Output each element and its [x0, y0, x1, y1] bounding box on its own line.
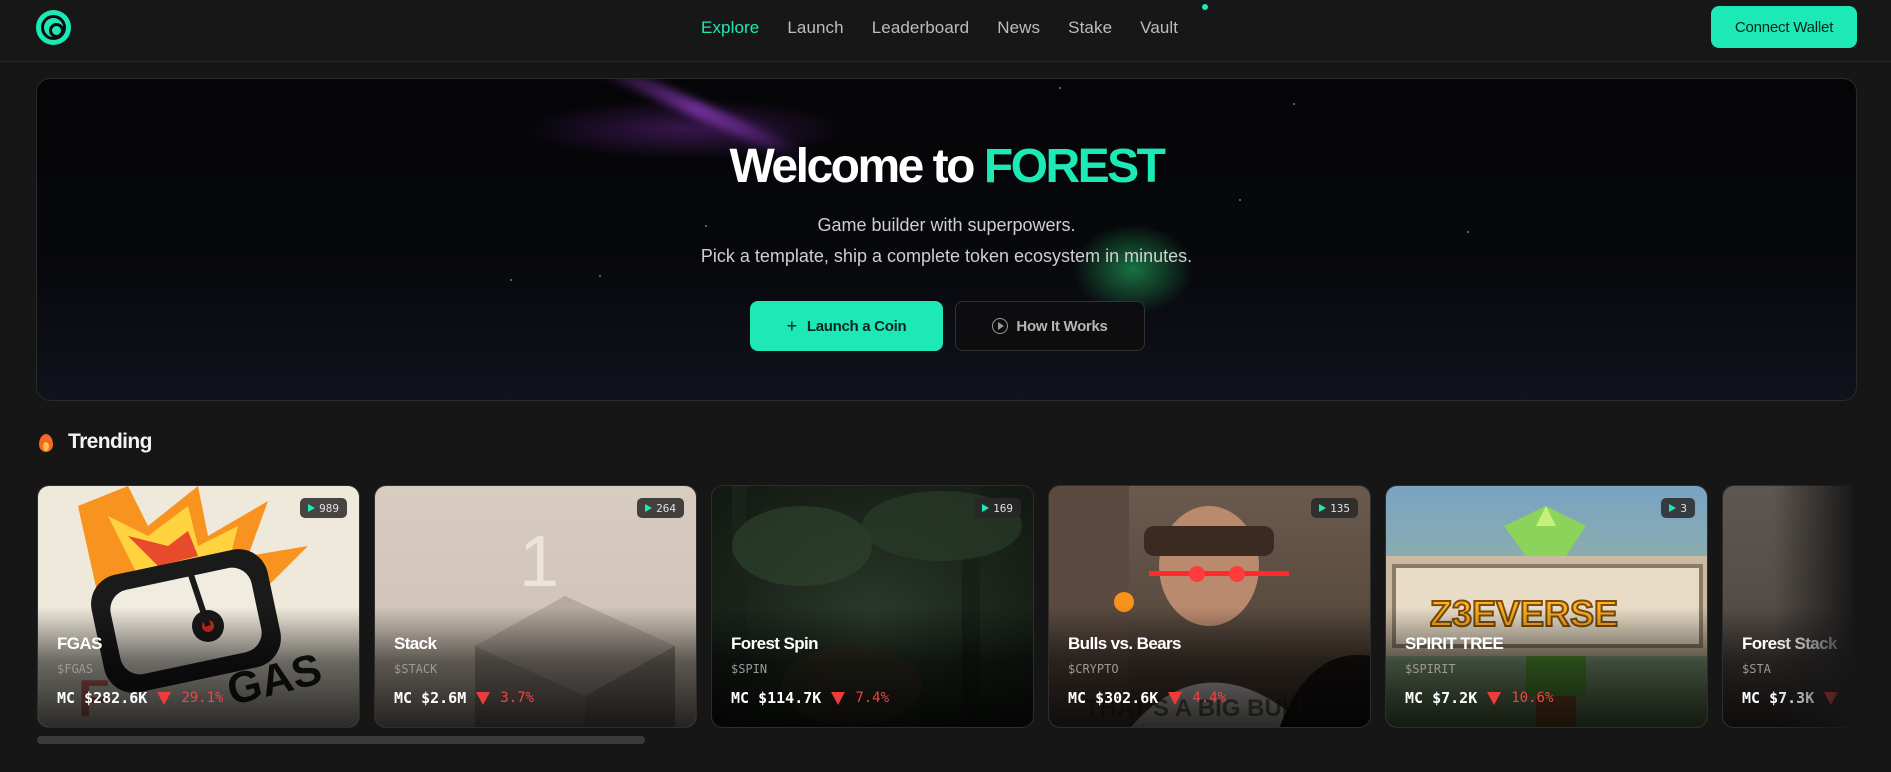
game-card[interactable]: THAT'S A BIG BULL 135 Bulls vs. Bears $C… [1048, 485, 1371, 728]
fire-icon [38, 432, 54, 452]
carousel-scrollbar[interactable] [37, 736, 645, 744]
market-cap-row: MC $7.2K 10.6% [1405, 689, 1553, 707]
game-name: SPIRIT TREE [1405, 634, 1504, 653]
play-circle-icon [992, 318, 1009, 334]
hero-subtitle-line1: Game builder with superpowers. [817, 215, 1076, 235]
launch-coin-label: Launch a Coin [806, 317, 907, 335]
play-icon [645, 504, 653, 512]
main-nav: Explore Launch Leaderboard News Stake Va… [701, 18, 1206, 38]
market-cap: MC $302.6K [1068, 689, 1159, 707]
how-it-works-label: How It Works [1016, 317, 1108, 335]
price-change: 10.6% [1511, 690, 1554, 706]
carousel-fade [1773, 485, 1853, 729]
play-count-badge: 989 [300, 498, 347, 518]
game-name: FGAS [57, 634, 102, 653]
play-count: 264 [656, 501, 676, 515]
market-cap-row: MC $2.6M 3.7% [394, 689, 534, 707]
game-card[interactable]: 1 264 Stack $STACK MC $2.6M 3.7% [374, 485, 697, 728]
market-cap: MC $7.2K [1405, 689, 1478, 707]
nav-indicator-dot [1202, 4, 1208, 10]
play-count: 169 [993, 501, 1013, 515]
price-change: 29.1% [181, 690, 224, 706]
game-name: Bulls vs. Bears [1068, 634, 1182, 653]
game-ticker: $FGAS [57, 662, 94, 676]
price-change: 4.4% [1192, 690, 1227, 706]
game-card[interactable]: F GAS 989 FGAS $FGAS MC $282.6K29.1% [37, 485, 360, 728]
svg-text:1: 1 [519, 522, 559, 602]
play-count-badge: 264 [637, 498, 684, 518]
down-arrow-icon [1168, 691, 1183, 705]
forest-logo-icon[interactable] [36, 10, 71, 45]
down-arrow-icon [476, 691, 491, 705]
trending-header: Trending [38, 430, 152, 454]
game-ticker: $STA [1742, 662, 1771, 676]
play-count: 3 [1680, 501, 1687, 515]
game-ticker: $SPIN [731, 662, 768, 676]
star-decoration [510, 279, 512, 281]
game-card[interactable]: 169 Forest Spin $SPIN MC $114.7K 7.4% [711, 485, 1034, 728]
star-decoration [1059, 87, 1061, 89]
play-icon [1319, 504, 1327, 512]
nav-explore[interactable]: Explore [701, 18, 759, 38]
game-ticker: $SPIRIT [1405, 662, 1456, 676]
play-count-badge: 135 [1311, 498, 1358, 518]
star-decoration [599, 275, 601, 277]
nav-stake[interactable]: Stake [1068, 18, 1112, 38]
game-ticker: $STACK [394, 662, 438, 676]
trending-carousel[interactable]: F GAS 989 FGAS $FGAS MC $282.6K29.1% 1 2… [37, 485, 1853, 729]
market-cap: MC $2.6M [394, 689, 467, 707]
nav-launch[interactable]: Launch [787, 18, 843, 38]
down-arrow-icon [831, 691, 846, 705]
game-name: Stack [394, 634, 437, 653]
play-count: 135 [1330, 501, 1350, 515]
game-card[interactable]: Z3EVERSE 3 SPIRIT TREE $SPIRIT MC $7.2K1… [1385, 485, 1708, 728]
nav-leaderboard[interactable]: Leaderboard [872, 18, 970, 38]
play-icon [982, 504, 990, 512]
play-count: 989 [319, 501, 339, 515]
launch-coin-button[interactable]: + Launch a Coin [750, 301, 943, 351]
plus-icon: + [786, 315, 798, 336]
down-arrow-icon [157, 691, 172, 705]
market-cap-row: MC $302.6K 4.4% [1068, 689, 1226, 707]
hero-banner: Welcome to FOREST Game builder with supe… [36, 78, 1857, 401]
nav-news[interactable]: News [997, 18, 1040, 38]
down-arrow-icon [1487, 691, 1502, 705]
top-bar: Explore Launch Leaderboard News Stake Va… [0, 0, 1891, 62]
how-it-works-button[interactable]: How It Works [955, 301, 1145, 351]
hero-title-prefix: Welcome to [729, 140, 984, 193]
market-cap: MC $114.7K [731, 689, 822, 707]
star-decoration [1239, 199, 1241, 201]
play-count-badge: 169 [974, 498, 1021, 518]
play-count-badge: 3 [1661, 498, 1695, 518]
play-icon [1669, 504, 1677, 512]
game-ticker: $CRYPTO [1068, 662, 1119, 676]
connect-wallet-button[interactable]: Connect Wallet [1711, 6, 1857, 48]
hero-title-brand: FOREST [983, 140, 1166, 193]
market-cap-row: MC $114.7K 7.4% [731, 689, 889, 707]
market-cap: MC $282.6K [57, 689, 148, 707]
trending-title: Trending [68, 430, 152, 453]
game-name: Forest Spin [731, 634, 819, 653]
nav-vault[interactable]: Vault [1140, 18, 1178, 38]
play-icon [308, 504, 316, 512]
hero-subtitle-line2: Pick a template, ship a complete token e… [700, 246, 1193, 266]
market-cap-row: MC $282.6K 29.1% [57, 689, 223, 707]
star-decoration [1293, 103, 1295, 105]
price-change: 3.7% [500, 690, 534, 706]
price-change: 7.4% [855, 690, 890, 706]
hero-title: Welcome to FOREST [37, 139, 1856, 194]
